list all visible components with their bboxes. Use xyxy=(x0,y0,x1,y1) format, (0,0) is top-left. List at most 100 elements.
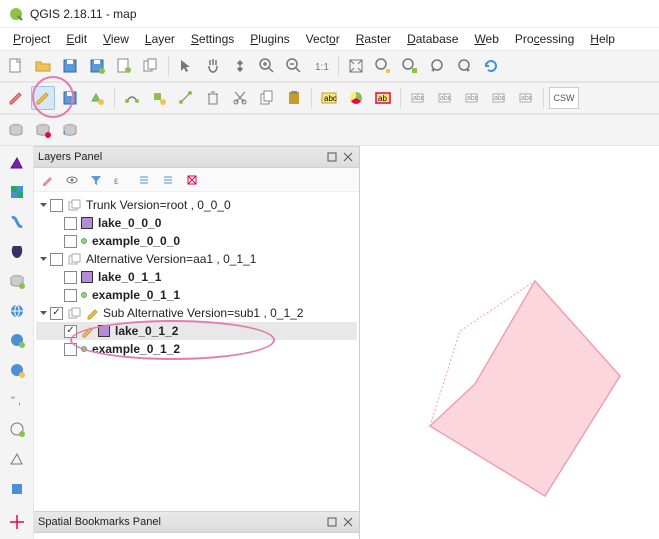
save-project-button[interactable] xyxy=(58,54,82,78)
composer-manager-button[interactable] xyxy=(139,54,163,78)
layer-item[interactable]: lake_0_1_2 xyxy=(36,322,357,340)
layer-item[interactable]: lake_0_1_1 xyxy=(36,268,357,286)
highlight-label-button[interactable]: ab xyxy=(371,86,395,110)
menu-raster[interactable]: Raster xyxy=(349,30,398,48)
new-geopackage-button[interactable] xyxy=(4,476,30,502)
add-wfs-layer-button[interactable] xyxy=(4,357,30,383)
layer-group[interactable]: Trunk Version=root , 0_0_0 xyxy=(36,196,357,214)
layer-checkbox[interactable] xyxy=(64,325,77,338)
menu-view[interactable]: View xyxy=(96,30,136,48)
zoom-to-layer-button[interactable] xyxy=(398,54,422,78)
layer-checkbox[interactable] xyxy=(64,271,77,284)
node-tool-button[interactable] xyxy=(174,86,198,110)
add-feature-button[interactable] xyxy=(85,86,109,110)
menu-settings[interactable]: Settings xyxy=(184,30,241,48)
layer-checkbox[interactable] xyxy=(64,217,77,230)
layer-item[interactable]: lake_0_0_0 xyxy=(36,214,357,232)
csw-button[interactable]: CSW xyxy=(549,87,579,109)
add-wcs-layer-button[interactable] xyxy=(4,328,30,354)
style-preset-button[interactable] xyxy=(38,170,58,190)
undock-icon[interactable] xyxy=(325,515,339,529)
add-delimited-text-button[interactable]: " , xyxy=(4,387,30,413)
zoom-full-button[interactable] xyxy=(344,54,368,78)
layer-group[interactable]: Sub Alternative Version=sub1 , 0_1_2 xyxy=(36,304,357,322)
save-as-button[interactable] xyxy=(85,54,109,78)
delete-selected-button[interactable] xyxy=(201,86,225,110)
layer-item[interactable]: example_0_0_0 xyxy=(36,232,357,250)
new-project-button[interactable] xyxy=(4,54,28,78)
paste-features-button[interactable] xyxy=(282,86,306,110)
copy-features-button[interactable] xyxy=(255,86,279,110)
zoom-out-button[interactable] xyxy=(282,54,306,78)
toggle-editing-button[interactable] xyxy=(31,86,55,110)
print-composer-button[interactable] xyxy=(112,54,136,78)
layer-tree[interactable]: Trunk Version=root , 0_0_0lake_0_0_0exam… xyxy=(34,192,359,511)
show-label-button[interactable]: abc xyxy=(433,86,457,110)
zoom-to-selection-button[interactable] xyxy=(371,54,395,78)
close-icon[interactable] xyxy=(341,150,355,164)
remove-layer-button[interactable] xyxy=(182,170,202,190)
collapse-all-button[interactable] xyxy=(158,170,178,190)
layer-checkbox[interactable] xyxy=(64,235,77,248)
add-raster-layer-button[interactable] xyxy=(4,180,30,206)
expand-all-button[interactable] xyxy=(134,170,154,190)
cursor-arrow-button[interactable] xyxy=(174,54,198,78)
expand-arrow-icon[interactable] xyxy=(36,201,50,210)
add-vector-layer-button[interactable] xyxy=(4,150,30,176)
current-edits-button[interactable] xyxy=(4,86,28,110)
add-wms-layer-button[interactable] xyxy=(4,298,30,324)
zoom-native-button[interactable]: 1:1 xyxy=(309,54,333,78)
group-checkbox[interactable] xyxy=(50,253,63,266)
layer-checkbox[interactable] xyxy=(64,343,77,356)
menu-edit[interactable]: Edit xyxy=(59,30,94,48)
menu-plugins[interactable]: Plugins xyxy=(243,30,296,48)
add-circular-string-button[interactable] xyxy=(120,86,144,110)
layer-checkbox[interactable] xyxy=(64,289,77,302)
open-project-button[interactable] xyxy=(31,54,55,78)
zoom-next-button[interactable] xyxy=(452,54,476,78)
expression-filter-button[interactable]: ε xyxy=(110,170,130,190)
zoom-in-button[interactable] xyxy=(255,54,279,78)
move-feature-button[interactable] xyxy=(147,86,171,110)
filter-legend-button[interactable] xyxy=(86,170,106,190)
group-checkbox[interactable] xyxy=(50,307,63,320)
db-export-button[interactable] xyxy=(58,118,82,142)
add-mssql-layer-button[interactable] xyxy=(4,268,30,294)
menu-web[interactable]: Web xyxy=(467,30,505,48)
layer-item[interactable]: example_0_1_2 xyxy=(36,340,357,358)
pan-button[interactable] xyxy=(201,54,225,78)
menu-layer[interactable]: Layer xyxy=(138,30,182,48)
move-label-button[interactable]: abc xyxy=(460,86,484,110)
save-layer-edits-button[interactable] xyxy=(58,86,82,110)
label-button[interactable]: abc xyxy=(317,86,341,110)
change-label-button[interactable]: abc xyxy=(514,86,538,110)
map-canvas[interactable] xyxy=(360,146,659,539)
rotate-label-button[interactable]: abc xyxy=(487,86,511,110)
add-spatialite-layer-button[interactable] xyxy=(4,209,30,235)
close-icon[interactable] xyxy=(341,515,355,529)
manage-visibility-button[interactable] xyxy=(62,170,82,190)
cut-features-button[interactable] xyxy=(228,86,252,110)
refresh-button[interactable] xyxy=(479,54,503,78)
db-import-button[interactable] xyxy=(31,118,55,142)
pin-label-button[interactable]: abc xyxy=(406,86,430,110)
gps-crosshair-button[interactable] xyxy=(4,509,30,535)
layer-group[interactable]: Alternative Version=aa1 , 0_1_1 xyxy=(36,250,357,268)
undock-icon[interactable] xyxy=(325,150,339,164)
add-virtual-layer-button[interactable] xyxy=(4,416,30,442)
menu-help[interactable]: Help xyxy=(583,30,622,48)
expand-arrow-icon[interactable] xyxy=(36,255,50,264)
layer-item[interactable]: example_0_1_1 xyxy=(36,286,357,304)
menu-vector[interactable]: Vector xyxy=(299,30,347,48)
group-checkbox[interactable] xyxy=(50,199,63,212)
zoom-last-button[interactable] xyxy=(425,54,449,78)
add-postgis-layer-button[interactable] xyxy=(4,239,30,265)
diagram-button[interactable] xyxy=(344,86,368,110)
menu-processing[interactable]: Processing xyxy=(508,30,581,48)
pan-to-selection-button[interactable] xyxy=(228,54,252,78)
menu-database[interactable]: Database xyxy=(400,30,465,48)
expand-arrow-icon[interactable] xyxy=(36,309,50,318)
menu-project[interactable]: Project xyxy=(6,30,57,48)
db-manager-button[interactable] xyxy=(4,118,28,142)
new-shapefile-button[interactable] xyxy=(4,446,30,472)
